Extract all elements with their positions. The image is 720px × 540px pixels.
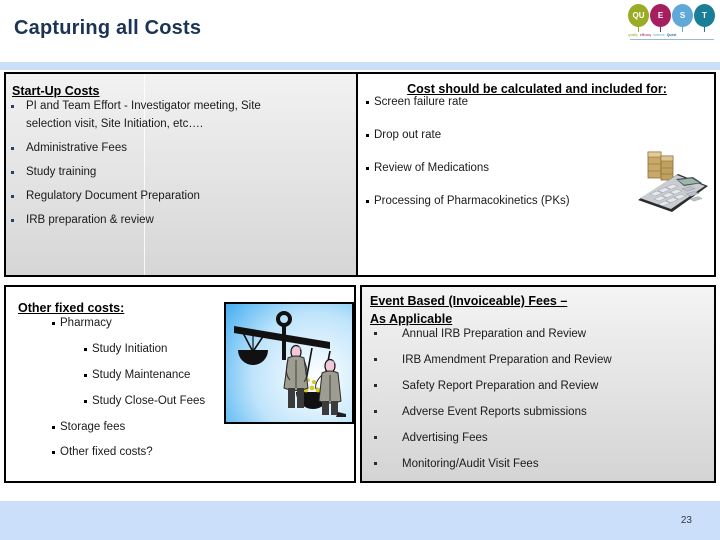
list-item-continuation: selection visit, Site Initiation, etc…. (26, 118, 204, 130)
list-item: Review of Medications (366, 162, 708, 175)
start-up-costs-header: Start-Up Costs (12, 84, 100, 98)
logo-dot-qu: QU (628, 4, 649, 32)
list-item: Study Initiation (82, 343, 348, 356)
list-item: Study Close-Out Fees (82, 395, 348, 408)
other-fixed-costs-header: Other fixed costs: (18, 301, 125, 315)
event-based-fees-header-line2: As Applicable (370, 312, 453, 326)
logo-subtitle-efficacy: efficacy (639, 32, 652, 38)
start-up-costs-cell: Start-Up Costs PI and Team Effort - Inve… (6, 74, 358, 275)
logo-subtitle-quality: quality (628, 32, 638, 38)
logo-subtitle-science: science (653, 32, 665, 38)
list-item: IRB preparation & review (10, 214, 350, 227)
list-item: Study training (10, 166, 350, 179)
logo-dot-t-label: T (702, 11, 707, 20)
cost-included-cell: Cost should be calculated and included f… (358, 74, 714, 275)
event-based-fees-list: Annual IRB Preparation and Review IRB Am… (368, 328, 708, 471)
logo-dot-s-label: S (679, 11, 686, 20)
list-item: IRB Amendment Preparation and Review (368, 354, 708, 367)
logo-subtitle-group: quality efficacy science Quest (628, 33, 716, 38)
title-separator-band (0, 62, 720, 70)
list-item: Annual IRB Preparation and Review (368, 328, 708, 341)
event-based-fees-header-group: Event Based (Invoiceable) Fees – As Appl… (370, 292, 708, 328)
logo-dot-qu-label: QU (632, 11, 645, 20)
list-item: Screen failure rate (366, 96, 708, 109)
logo-dot-t: T (694, 4, 715, 32)
cost-included-header: Cost should be calculated and included f… (407, 82, 667, 96)
list-item: Pharmacy (50, 317, 348, 330)
list-item: Storage fees (50, 421, 348, 434)
logo-dot-s: S (672, 4, 693, 32)
logo-underline-rule (630, 39, 714, 40)
list-item: Study Maintenance (82, 369, 348, 382)
footer-band: 23 (0, 501, 720, 540)
list-item: Advertising Fees (368, 432, 708, 445)
logo-wordmark: Quest (666, 32, 677, 38)
start-up-costs-list: PI and Team Effort - Investigator meetin… (10, 100, 350, 227)
list-item: Regulatory Document Preparation (10, 190, 350, 203)
quest-logo: QU E S T quality efficacy science Quest (628, 4, 716, 50)
list-item: Safety Report Preparation and Review (368, 380, 708, 393)
list-item: PI and Team Effort - Investigator meetin… (10, 100, 350, 113)
page-number: 23 (680, 515, 692, 526)
list-item: Administrative Fees (10, 142, 350, 155)
page-title: Capturing all Costs (14, 17, 202, 39)
start-up-cost-table: Start-Up Costs PI and Team Effort - Inve… (4, 72, 716, 277)
list-item: Other fixed costs? (50, 446, 348, 459)
logo-dot-e-label: E (657, 11, 664, 20)
logo-dot-e: E (650, 4, 671, 32)
event-based-fees-box: Event Based (Invoiceable) Fees – As Appl… (360, 285, 716, 483)
event-based-fees-header-line1: Event Based (Invoiceable) Fees – (370, 294, 568, 308)
list-item: Processing of Pharmacokinetics (PKs) (366, 195, 708, 208)
list-item: Drop out rate (366, 129, 708, 142)
list-item: Monitoring/Audit Visit Fees (368, 458, 708, 471)
logo-circle-group: QU E S T (628, 4, 715, 32)
list-item: Adverse Event Reports submissions (368, 406, 708, 419)
other-fixed-costs-box: Other fixed costs: Pharmacy Study Initia… (4, 285, 356, 483)
